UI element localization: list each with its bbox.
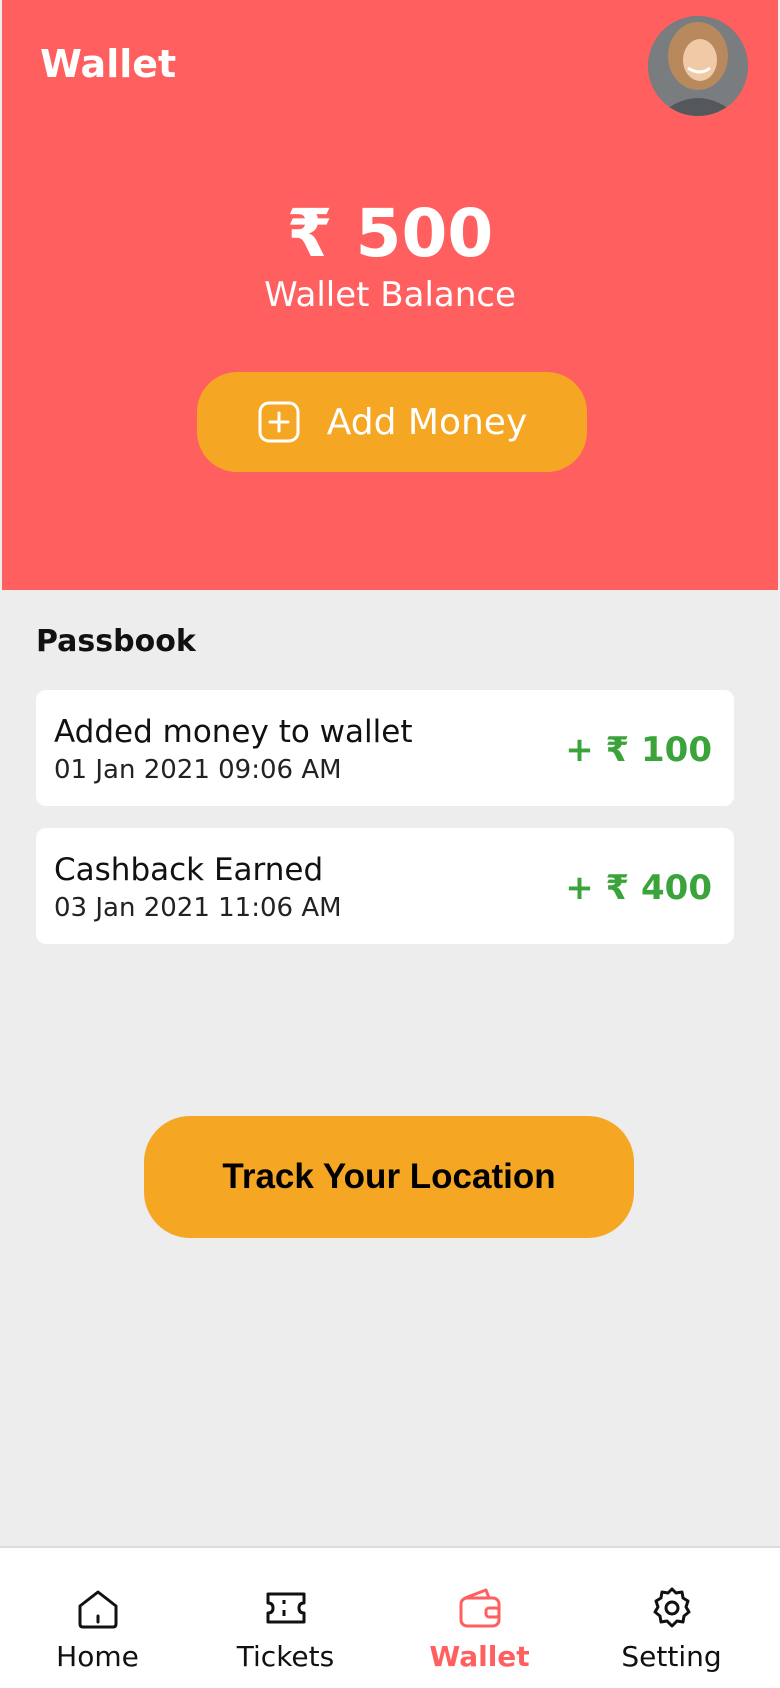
nav-label-tickets: Tickets [236,1640,335,1673]
gear-icon [653,1587,690,1628]
ticket-icon [266,1592,305,1624]
nav-item-home[interactable]: Home [0,1548,195,1688]
add-money-button[interactable]: Add Money [197,372,587,472]
transaction-amount: + ₹ 100 [565,730,712,770]
transaction-date: 01 Jan 2021 09:06 AM [54,755,342,785]
transaction-card[interactable]: Added money to wallet 01 Jan 2021 09:06 … [36,690,734,806]
wallet-balance-label: Wallet Balance [264,275,516,315]
nav-label-setting: Setting [621,1640,722,1673]
nav-item-tickets[interactable]: Tickets [188,1548,383,1688]
bottom-navigation: Home Tickets Wallet Setting [0,1546,780,1688]
transaction-amount: + ₹ 400 [565,868,712,908]
nav-item-setting[interactable]: Setting [574,1548,769,1688]
add-money-label: Add Money [326,401,528,443]
plus-square-icon [258,401,300,443]
transaction-date: 03 Jan 2021 11:06 AM [54,893,342,923]
page-title: Wallet [40,42,177,86]
nav-item-wallet[interactable]: Wallet [382,1548,577,1688]
transaction-title: Cashback Earned [54,852,324,888]
wallet-header: Wallet ₹ 500 Wallet Balance Add Money [2,0,778,590]
avatar-photo-icon [648,16,748,116]
nav-label-wallet: Wallet [429,1640,530,1673]
home-icon [78,1590,117,1629]
passbook-title: Passbook [36,624,196,659]
avatar[interactable] [648,16,748,116]
transaction-card[interactable]: Cashback Earned 03 Jan 2021 11:06 AM + ₹… [36,828,734,944]
wallet-icon [459,1588,500,1628]
transaction-title: Added money to wallet [54,714,413,750]
wallet-balance-amount: ₹ 500 [286,195,494,272]
nav-label-home: Home [56,1640,139,1673]
track-location-button[interactable]: Track Your Location [144,1116,634,1238]
